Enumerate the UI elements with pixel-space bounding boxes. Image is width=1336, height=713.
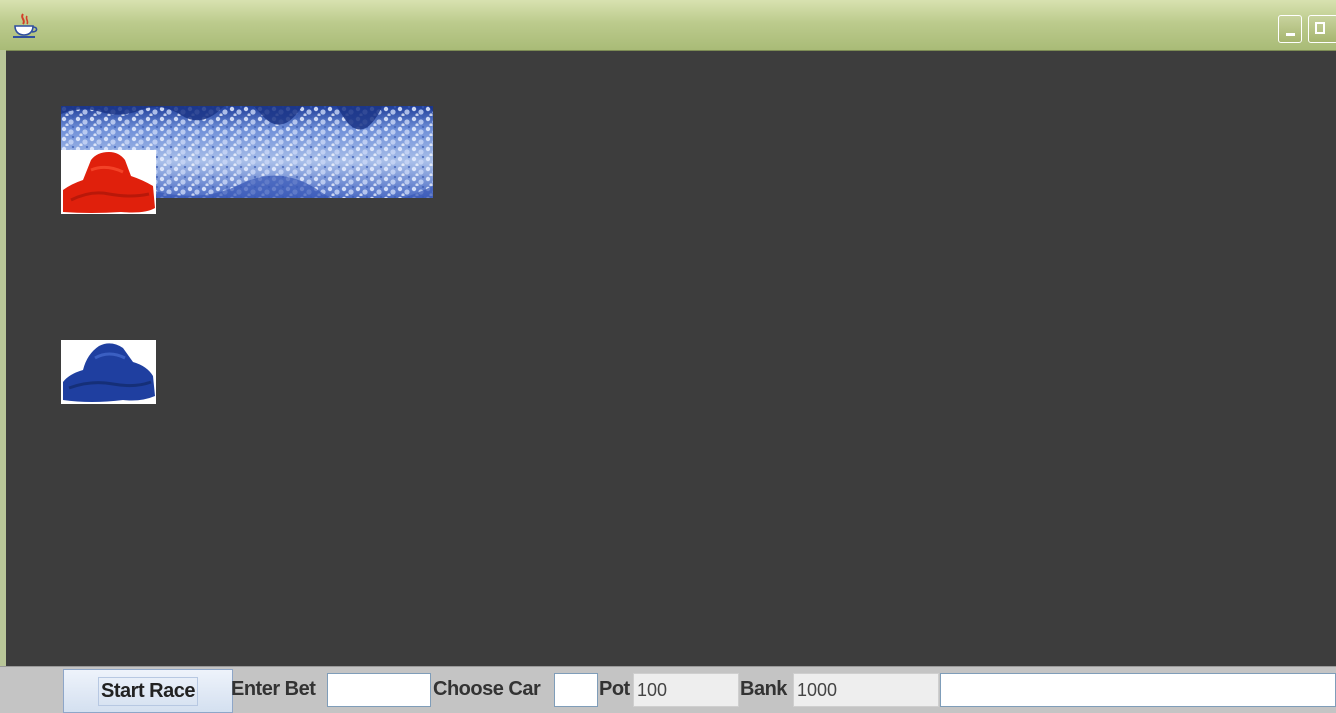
minimize-button[interactable] (1278, 15, 1302, 43)
pot-field (633, 673, 739, 707)
bank-label: Bank (740, 678, 787, 700)
bet-input[interactable] (327, 673, 431, 707)
minimize-icon (1286, 33, 1295, 36)
control-bar: Start Race Enter Bet Choose Car Pot Bank (0, 666, 1336, 713)
start-race-label: Start Race (98, 676, 198, 706)
title-bar[interactable] (0, 0, 1336, 51)
pot-label: Pot (599, 678, 630, 700)
maximize-button[interactable] (1308, 15, 1336, 43)
enter-bet-label: Enter Bet (231, 678, 316, 700)
maximize-icon (1315, 22, 1325, 34)
status-field[interactable] (940, 673, 1336, 707)
java-coffee-icon[interactable] (10, 12, 40, 40)
blue-car (61, 340, 156, 404)
bank-field (793, 673, 939, 707)
race-track-panel (6, 51, 1336, 666)
choose-car-label: Choose Car (433, 678, 541, 700)
car-choice-input[interactable] (554, 673, 598, 707)
red-car (61, 150, 156, 214)
app-window: Start Race Enter Bet Choose Car Pot Bank (0, 0, 1336, 713)
start-race-button[interactable]: Start Race (63, 669, 233, 713)
